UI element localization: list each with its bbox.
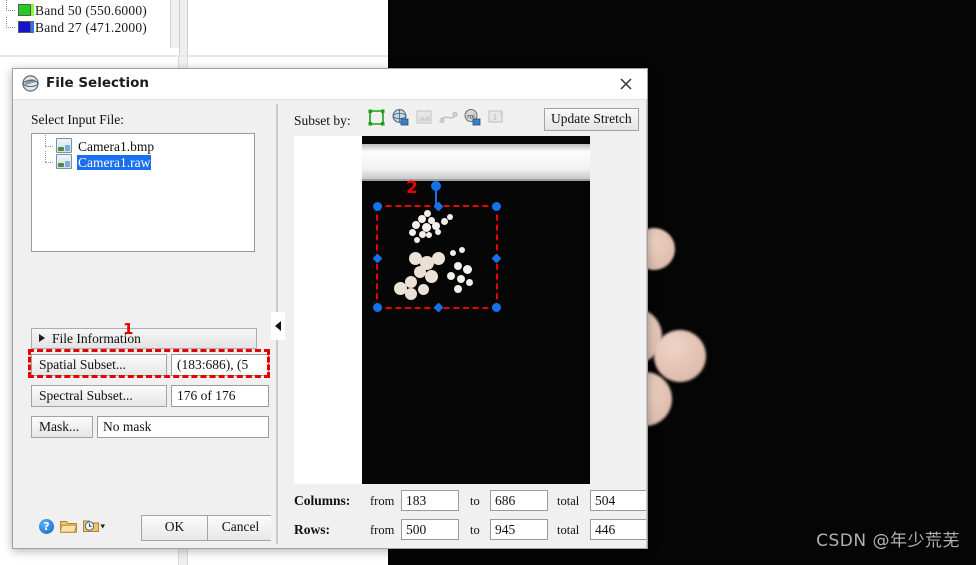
pill-object	[654, 330, 706, 382]
image-file-icon[interactable]	[415, 108, 434, 127]
dialog-titlebar[interactable]: File Selection	[13, 69, 647, 100]
update-stretch-button[interactable]: Update Stretch	[544, 108, 639, 131]
file-selection-dialog: File Selection Select Input File: Camera…	[12, 68, 648, 549]
subset-preview-pane: Subset by: roi 1 Update Stretch 2 Column…	[287, 100, 647, 548]
preview-image[interactable]: 2	[362, 136, 590, 484]
columns-from-label: from	[370, 494, 395, 508]
columns-row: Columns: from 183 to 686 total 504 p:	[294, 490, 647, 514]
vector-file-icon[interactable]	[439, 108, 458, 127]
band-label: Band 50 (550.6000)	[35, 3, 147, 18]
spatial-subset-row: Spatial Subset... (183:686), (5	[31, 354, 269, 376]
file-list-item-selected[interactable]: Camera1.raw	[32, 151, 254, 170]
tree-branch-icon	[40, 135, 56, 154]
envi-app-icon	[22, 75, 39, 92]
mask-button[interactable]: Mask...	[31, 416, 93, 438]
geographic-icon[interactable]: 1	[487, 108, 506, 127]
columns-total-input[interactable]: 504	[590, 490, 647, 511]
columns-to-label: to	[470, 494, 480, 508]
preview-canvas[interactable]: 2	[294, 136, 590, 484]
resize-handle-bottom-left[interactable]	[373, 303, 382, 312]
band-list-item[interactable]: Band 27 (471.2000)	[0, 17, 147, 36]
resize-handle-middle-right[interactable]	[491, 253, 502, 264]
input-file-pane: Select Input File: Camera1.bmp Camera1.r…	[13, 100, 274, 548]
mask-row: Mask... No mask	[31, 416, 269, 438]
select-input-file-label: Select Input File:	[31, 112, 124, 127]
band-color-swatch-icon	[18, 4, 34, 16]
dialog-title: File Selection	[46, 75, 149, 91]
resize-handle-top-right[interactable]	[492, 202, 501, 211]
background-vertical-splitter[interactable]	[179, 0, 188, 57]
spectral-subset-button[interactable]: Spectral Subset...	[31, 385, 167, 407]
tree-branch-icon	[0, 17, 18, 36]
rows-from-input[interactable]: 500	[401, 519, 459, 540]
svg-text:1: 1	[493, 114, 497, 122]
resize-handle-bottom-right[interactable]	[492, 303, 501, 312]
rows-to-input[interactable]: 945	[490, 519, 548, 540]
subset-by-label: Subset by:	[294, 113, 351, 128]
tree-branch-icon	[0, 0, 18, 19]
file-name: Camera1.bmp	[78, 139, 155, 154]
band-list-item[interactable]: Band 50 (550.6000)	[0, 0, 147, 19]
tree-branch-icon	[40, 151, 56, 170]
cancel-button[interactable]: Cancel	[207, 515, 274, 541]
roi-evf-icon[interactable]: roi	[463, 108, 482, 127]
file-list[interactable]: Camera1.bmp Camera1.raw	[31, 133, 255, 252]
spatial-subset-button[interactable]: Spatial Subset...	[31, 354, 167, 376]
ok-button[interactable]: OK	[141, 515, 208, 541]
pane-splitter[interactable]	[271, 100, 287, 548]
resize-handle-top-left[interactable]	[373, 202, 382, 211]
band-tree: Band 50 (550.6000) Band 27 (471.2000)	[0, 0, 178, 48]
triangle-right-icon	[39, 334, 45, 342]
columns-to-input[interactable]: 686	[490, 490, 548, 511]
resize-handle-middle-left[interactable]	[372, 253, 383, 264]
open-folder-icon[interactable]	[60, 519, 77, 533]
annotation-step-1: 1	[123, 320, 134, 338]
image-file-icon	[56, 138, 72, 153]
rows-total-label: total	[557, 523, 580, 537]
annotation-step-2: 2	[406, 178, 418, 198]
rows-from-label: from	[370, 523, 395, 537]
image-file-icon	[56, 154, 72, 169]
select-rectangle-icon[interactable]	[367, 108, 386, 127]
preview-white-strip	[362, 144, 590, 181]
resize-handle-bottom-center[interactable]	[433, 302, 444, 313]
file-name: Camera1.raw	[77, 155, 152, 170]
columns-label: Columns:	[294, 493, 351, 508]
file-list-item[interactable]: Camera1.bmp	[32, 135, 254, 154]
dialog-footer: ? OK Cancel	[13, 506, 274, 548]
splitter-collapse-handle[interactable]	[271, 312, 285, 340]
right-pane-edge	[646, 100, 647, 548]
recent-files-icon[interactable]	[83, 519, 107, 533]
rows-label: Rows:	[294, 522, 330, 537]
subset-selection-box[interactable]	[372, 201, 502, 313]
rotation-handle[interactable]	[431, 181, 441, 191]
triangle-left-icon	[275, 321, 281, 331]
map-coordinates-icon[interactable]	[391, 108, 410, 127]
csdn-watermark: CSDN @年少荒芜	[816, 531, 960, 551]
mask-value: No mask	[97, 416, 269, 438]
spectral-subset-value: 176 of 176	[171, 385, 269, 407]
rows-row: Rows: from 500 to 945 total 446 p:	[294, 519, 647, 543]
columns-total-label: total	[557, 494, 580, 508]
rows-total-input[interactable]: 446	[590, 519, 647, 540]
band-label: Band 27 (471.2000)	[35, 20, 147, 35]
rows-to-label: to	[470, 523, 480, 537]
dialog-body: Select Input File: Camera1.bmp Camera1.r…	[13, 100, 647, 548]
file-information-expander[interactable]: File Information	[31, 328, 257, 349]
spatial-subset-value: (183:686), (5	[171, 354, 269, 376]
columns-from-input[interactable]: 183	[401, 490, 459, 511]
close-icon[interactable]	[609, 72, 643, 96]
band-color-swatch-icon	[18, 21, 34, 33]
help-icon[interactable]: ?	[39, 519, 54, 534]
spectral-subset-row: Spectral Subset... 176 of 176	[31, 385, 269, 407]
